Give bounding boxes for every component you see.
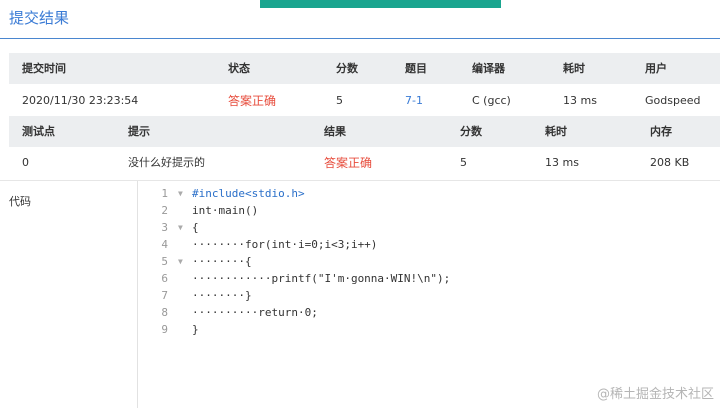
test-point: 0	[22, 156, 29, 169]
code-text: ··········return·0;	[192, 306, 318, 319]
compiler-value: C (gcc)	[472, 94, 511, 107]
header-problem: 题目	[405, 62, 427, 75]
code-line: 5 ▼ ········{	[138, 253, 720, 270]
fold-arrow-icon[interactable]: ▼	[178, 185, 188, 202]
header-memory: 内存	[650, 125, 672, 138]
line-number: 7	[161, 289, 168, 302]
code-line: 6 ············printf("I'm·gonna·WIN!\n")…	[138, 270, 720, 287]
line-number: 4	[161, 238, 168, 251]
test-score: 5	[460, 156, 467, 169]
test-row: 0 没什么好提示的 答案正确 5 13 ms 208 KB	[9, 147, 720, 179]
page-title: 提交结果	[9, 9, 70, 27]
watermark: @稀土掘金技术社区	[596, 387, 714, 402]
line-number: 3	[161, 221, 168, 234]
code-line: 1 ▼ #include<stdio.h>	[138, 185, 720, 202]
code-text: int·main()	[192, 204, 259, 217]
line-number: 1	[161, 187, 168, 200]
summary-header-row: 提交时间 状态 分数 题目 编译器 耗时 用户	[9, 53, 720, 84]
code-text: #include<stdio.h>	[192, 187, 305, 200]
title-divider	[0, 38, 720, 39]
fold-arrow-icon[interactable]: ▼	[178, 253, 188, 270]
code-text: ············printf("I'm·gonna·WIN!\n");	[192, 272, 451, 285]
line-number: 9	[161, 323, 168, 336]
code-text: ········for(int·i=0;i<3;i++)	[192, 238, 378, 251]
top-accent-bar	[260, 0, 501, 8]
header-submit-time: 提交时间	[22, 62, 66, 75]
header-elapsed: 耗时	[563, 62, 585, 75]
header-score: 分数	[336, 62, 358, 75]
header-user: 用户	[645, 62, 667, 75]
line-number: 2	[161, 204, 168, 217]
header-hint: 提示	[128, 125, 150, 138]
status-accepted: 答案正确	[228, 94, 277, 108]
tests-header-row: 测试点 提示 结果 分数 耗时 内存	[9, 116, 720, 147]
header-test-elapsed: 耗时	[545, 125, 567, 138]
test-hint: 没什么好提示的	[128, 156, 205, 169]
line-number: 5	[161, 255, 168, 268]
header-status: 状态	[228, 62, 250, 75]
user-value: Godspeed	[645, 94, 701, 107]
header-compiler: 编译器	[472, 62, 505, 75]
code-text: {	[192, 221, 199, 234]
header-test-point: 测试点	[22, 125, 55, 138]
code-line: 4 ········for(int·i=0;i<3;i++)	[138, 236, 720, 253]
code-text: ········}	[192, 289, 252, 302]
header-result: 结果	[324, 125, 346, 138]
line-number: 6	[161, 272, 168, 285]
code-text: }	[192, 323, 199, 336]
header-test-score: 分数	[460, 125, 482, 138]
code-line: 7 ········}	[138, 287, 720, 304]
code-text: ········{	[192, 255, 252, 268]
summary-row: 2020/11/30 23:23:54 答案正确 5 7-1 C (gcc) 1…	[9, 84, 720, 119]
fold-arrow-icon[interactable]: ▼	[178, 219, 188, 236]
code-line: 3 ▼ {	[138, 219, 720, 236]
code-line: 9 }	[138, 321, 720, 338]
elapsed-value: 13 ms	[563, 94, 597, 107]
line-number: 8	[161, 306, 168, 319]
code-label: 代码	[9, 195, 31, 208]
code-line: 8 ··········return·0;	[138, 304, 720, 321]
code-section: 代码 1 ▼ #include<stdio.h> 2 int·main() 3 …	[0, 180, 720, 408]
code-line: 2 int·main()	[138, 202, 720, 219]
code-viewer[interactable]: 1 ▼ #include<stdio.h> 2 int·main() 3 ▼ {…	[137, 181, 720, 408]
test-elapsed: 13 ms	[545, 156, 579, 169]
score-value: 5	[336, 94, 343, 107]
test-result: 答案正确	[324, 156, 373, 170]
problem-link[interactable]: 7-1	[405, 84, 423, 118]
submit-time: 2020/11/30 23:23:54	[22, 94, 139, 107]
test-memory: 208 KB	[650, 156, 690, 169]
